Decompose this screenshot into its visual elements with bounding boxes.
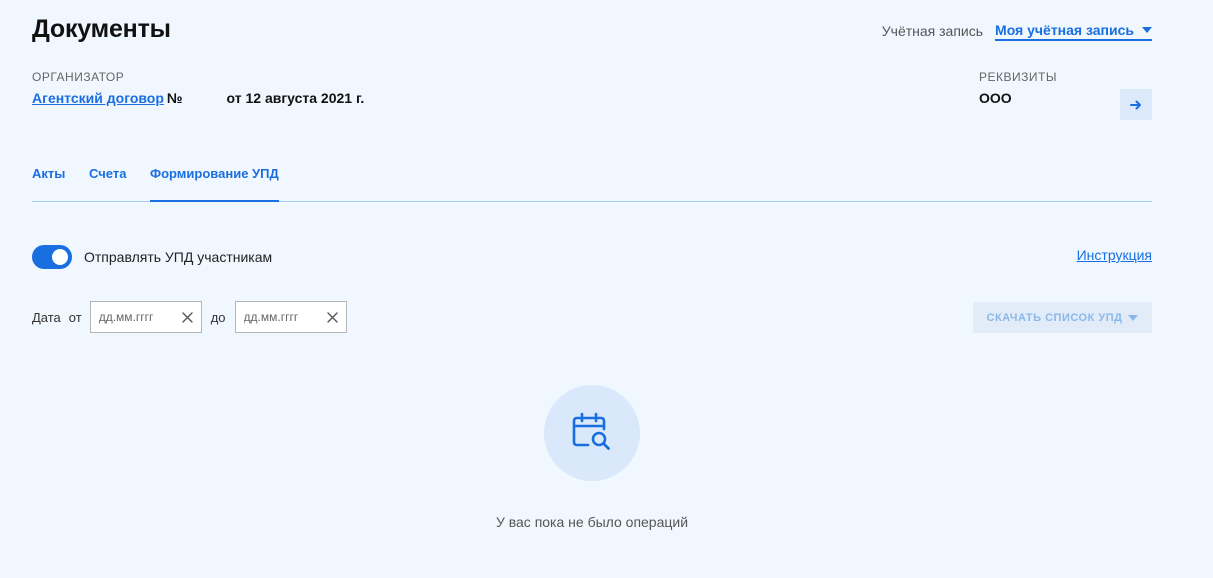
- account-select[interactable]: Моя учётная запись: [995, 22, 1152, 41]
- download-upd-list-label: СКАЧАТЬ СПИСОК УПД: [986, 311, 1123, 324]
- date-from-clear-button[interactable]: [181, 310, 195, 324]
- account-switcher: Учётная запись Моя учётная запись: [882, 20, 1152, 42]
- requisites-value: ООО: [979, 90, 1012, 106]
- arrow-right-icon: [1130, 100, 1141, 109]
- date-to-input[interactable]: [243, 310, 322, 324]
- contract-link[interactable]: Агентский договор: [32, 90, 164, 106]
- organizer-block: ОРГАНИЗАТОР Агентский договор № от 12 ав…: [32, 70, 364, 106]
- send-upd-toggle-label: Отправлять УПД участникам: [84, 249, 273, 265]
- download-upd-list-button[interactable]: СКАЧАТЬ СПИСОК УПД: [973, 302, 1152, 333]
- triangle-down-icon: [1128, 314, 1139, 321]
- date-filter: Дата от до: [32, 301, 347, 333]
- empty-state-text: У вас пока не было операций: [495, 514, 689, 530]
- date-to-clear-button[interactable]: [326, 310, 340, 324]
- account-value: Моя учётная запись: [995, 21, 1134, 38]
- empty-state-icon-circle: [544, 385, 640, 481]
- send-upd-toggle[interactable]: [32, 245, 72, 269]
- instruction-link[interactable]: Инструкция: [1077, 247, 1152, 263]
- date-from-label: от: [68, 309, 82, 325]
- send-upd-toggle-row: Отправлять УПД участникам: [32, 245, 272, 269]
- date-label: Дата: [32, 309, 61, 325]
- tab-acts[interactable]: Акты: [32, 166, 65, 202]
- date-from-field: [89, 301, 202, 333]
- page-title: Документы: [32, 15, 171, 43]
- organizer-contract: Агентский договор № от 12 августа 2021 г…: [32, 90, 364, 106]
- close-icon: [182, 311, 193, 323]
- triangle-down-icon: [1142, 26, 1152, 33]
- requisites-arrow-button[interactable]: [1120, 89, 1152, 120]
- requisites-block: РЕКВИЗИТЫ ООО: [979, 70, 1057, 106]
- tab-bar: Акты Счета Формирование УПД: [32, 150, 1152, 202]
- toggle-knob: [52, 249, 68, 265]
- organizer-label: ОРГАНИЗАТОР: [32, 70, 125, 84]
- tab-invoices[interactable]: Счета: [89, 166, 126, 202]
- contract-date: от 12 августа 2021 г.: [226, 90, 365, 106]
- tab-upd-formation[interactable]: Формирование УПД: [150, 166, 279, 202]
- documents-page: Документы Учётная запись Моя учётная зап…: [0, 0, 1213, 578]
- contract-number-sign: №: [166, 90, 183, 106]
- account-label: Учётная запись: [881, 23, 984, 39]
- date-to-label: до: [210, 309, 226, 325]
- calendar-search-icon: [572, 412, 610, 450]
- date-from-input[interactable]: [98, 310, 177, 324]
- close-icon: [327, 311, 338, 323]
- requisites-label: РЕКВИЗИТЫ: [979, 70, 1057, 84]
- date-to-field: [234, 301, 347, 333]
